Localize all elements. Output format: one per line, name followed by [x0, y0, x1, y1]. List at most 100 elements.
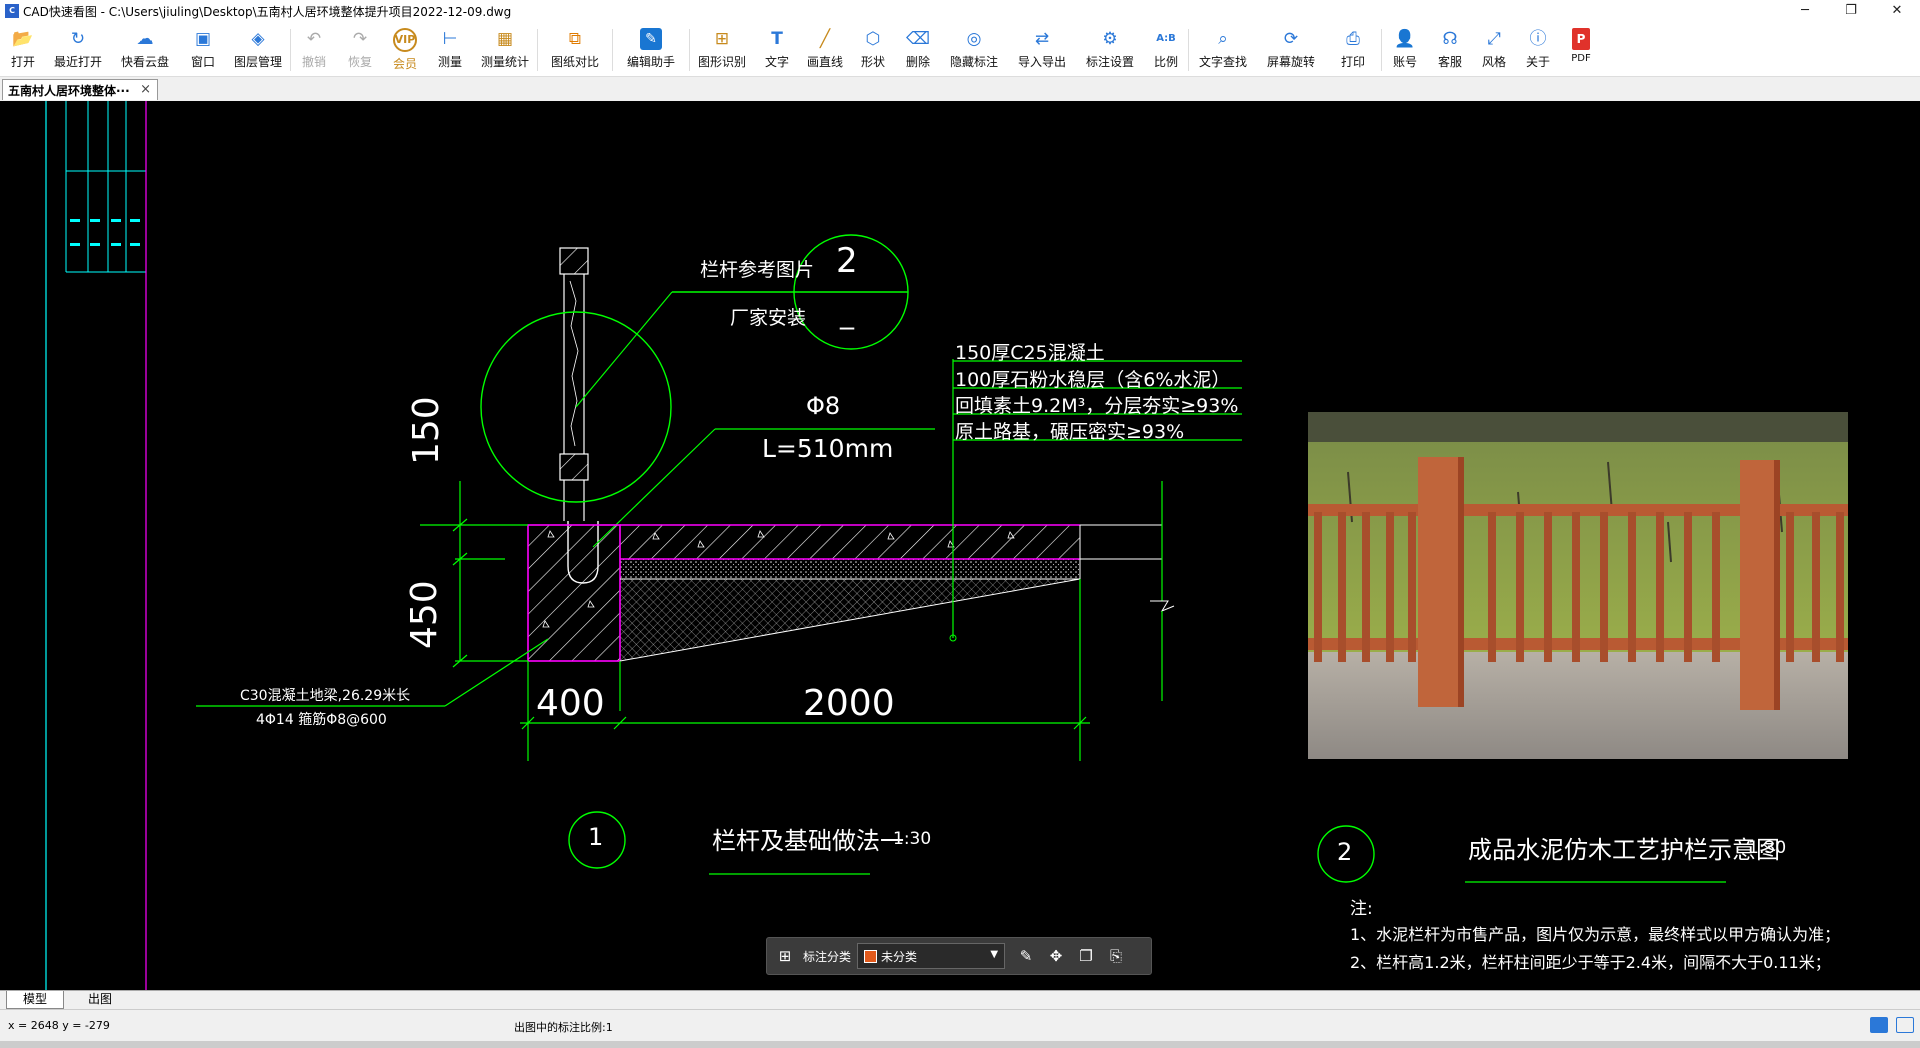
delete-button[interactable]: ⌫ 删除 [896, 22, 940, 76]
tab-layout[interactable]: 出图 [72, 991, 128, 1008]
railing-post [559, 247, 589, 521]
history-icon: ↻ [70, 29, 86, 49]
open-button[interactable]: 📂 打开 [0, 22, 46, 76]
edit-assistant-button[interactable]: ✎ 编辑助手 [613, 22, 689, 76]
account-button[interactable]: 👤 账号 [1382, 22, 1428, 76]
drawing-canvas[interactable]: 栏杆参考图片 厂家安装 2 _ Φ8 L=510mm 150厚C25混凝土 10… [0, 101, 1920, 990]
callout-number-bottom: _ [840, 297, 854, 330]
markup-settings-button[interactable]: ⚙ 标注设置 [1076, 22, 1144, 76]
vip-icon: VIP [393, 28, 417, 52]
main-toolbar: 📂 打开 ↻ 最近打开 ☁ 快看云盘 ▣ 窗口 ◈ 图层管理 ↶ 撤销 ↷ 恢复 VIP 会员 … [0, 22, 1920, 77]
taskbar-strip [0, 1041, 1920, 1048]
beam-note-line1: C30混凝土地梁,26.29米长 [240, 688, 411, 704]
grid-icon[interactable]: ⊞ [775, 947, 795, 965]
support-button[interactable]: ☊ 客服 [1428, 22, 1472, 76]
snap-toggle-icon[interactable] [1870, 1017, 1888, 1033]
close-tab-icon[interactable]: × [140, 82, 151, 97]
measure-button[interactable]: ⊢ 测量 [427, 22, 473, 76]
status-bar: x = 2648 y = -279 出图中的标注比例:1 [0, 1009, 1920, 1042]
user-icon: 👤 [1394, 29, 1416, 49]
rebar-length-label: L=510mm [762, 434, 894, 463]
find-text-button[interactable]: ⌕ 文字查找 [1189, 22, 1257, 76]
printer-icon: ⎙ [1346, 29, 1360, 49]
callout-number-top: 2 [836, 241, 858, 281]
import-export-icon: ⇄ [1034, 29, 1050, 49]
markup-category-value: 未分类 [881, 949, 918, 964]
note-1: 1、水泥栏杆为市售产品，图片仅为示意，最终样式以甲方确认为准； [1350, 925, 1841, 944]
notes-title: 注: [1350, 899, 1373, 919]
minimize-button[interactable]: ─ [1782, 0, 1828, 22]
draw-line-button[interactable]: ╱ 画直线 [800, 22, 850, 76]
restore-button[interactable]: ❐ [1828, 0, 1874, 22]
document-tab[interactable]: 五南村人居环境整体··· × [2, 79, 158, 100]
hide-markup-button[interactable]: ◎ 隐藏标注 [940, 22, 1008, 76]
dim-2000-label: 2000 [803, 683, 895, 724]
markup-category-toolbar: ⊞ 标注分类 未分类 ▼ ✎ ✥ ❐ ⎘ [766, 937, 1152, 975]
vip-button[interactable]: VIP 会员 [383, 22, 427, 76]
eraser-icon: ⌫ [905, 29, 931, 49]
style-icon: ⤢ [1487, 29, 1501, 49]
callout-ref-label: 栏杆参考图片 [700, 259, 815, 281]
shape-button[interactable]: ⬡ 形状 [850, 22, 896, 76]
redo-button[interactable]: ↷ 恢复 [337, 22, 383, 76]
about-button[interactable]: ⓘ 关于 [1516, 22, 1560, 76]
railing-reference-photo [1308, 412, 1848, 759]
markup-category-select[interactable]: 未分类 ▼ [857, 943, 1006, 969]
category-color-swatch [864, 949, 878, 963]
compare-drawings-button[interactable]: ⧉ 图纸对比 [538, 22, 612, 76]
tab-model[interactable]: 模型 [6, 991, 64, 1009]
text-button[interactable]: T 文字 [754, 22, 800, 76]
stats-icon: ▦ [496, 29, 514, 49]
foundation-section [527, 481, 1175, 701]
markup-scale-status: 出图中的标注比例:1 [514, 1021, 613, 1034]
cloud-drive-button[interactable]: ☁ 快看云盘 [110, 22, 180, 76]
title-bar: C CAD快速看图 - C:\Users\jiuling\Desktop\五南村… [0, 0, 1920, 22]
edit-markup-icon[interactable]: ✎ [1011, 947, 1041, 965]
paste-icon[interactable]: ⎘ [1101, 947, 1131, 965]
rotate-screen-button[interactable]: ⟳ 屏幕旋转 [1257, 22, 1325, 76]
close-button[interactable]: ✕ [1874, 0, 1920, 22]
undo-button[interactable]: ↶ 撤销 [291, 22, 337, 76]
detail2-scale: 1:30 [1748, 838, 1787, 858]
rotate-icon: ⟳ [1283, 29, 1299, 49]
detail2-number: 2 [1337, 838, 1353, 866]
settings-icon: ⚙ [1102, 29, 1118, 49]
style-button[interactable]: ⤢ 风格 [1472, 22, 1516, 76]
shape-icon: ⬡ [865, 29, 881, 49]
pdf-icon: P [1572, 28, 1590, 50]
pdf-button[interactable]: P PDF [1560, 22, 1602, 76]
document-tab-label: 五南村人居环境整体··· [8, 83, 130, 98]
measure-stats-button[interactable]: ▦ 测量统计 [473, 22, 537, 76]
grid-toggle-icon[interactable] [1896, 1017, 1914, 1033]
move-icon[interactable]: ✥ [1041, 947, 1071, 965]
folder-icon: 📂 [12, 29, 34, 49]
scale-icon: A:B [1156, 33, 1176, 44]
layer-manager-button[interactable]: ◈ 图层管理 [226, 22, 290, 76]
window-title: CAD快速看图 - C:\Users\jiuling\Desktop\五南村人居… [23, 4, 512, 19]
copy-icon[interactable]: ❐ [1071, 947, 1101, 965]
dim-150-label: 150 [406, 396, 447, 465]
scale-button[interactable]: A:B 比例 [1144, 22, 1188, 76]
cloud-icon: ☁ [136, 29, 154, 49]
shape-recognize-button[interactable]: ⊞ 图形识别 [690, 22, 754, 76]
line-icon: ╱ [819, 29, 831, 49]
layer-label: 原土路基，碾压密实≥93% [955, 421, 1185, 443]
detail2-title: 成品水泥仿木工艺护栏示意图 [1468, 836, 1780, 864]
headset-icon: ☊ [1442, 29, 1458, 49]
chevron-down-icon: ▼ [990, 949, 999, 960]
print-button[interactable]: ⎙ 打印 [1325, 22, 1381, 76]
edit-icon: ✎ [640, 28, 662, 50]
eye-icon: ◎ [966, 29, 982, 49]
layout-tab-bar: 模型 出图 [0, 990, 1920, 1009]
document-tab-bar: 五南村人居环境整体··· × [0, 77, 1920, 101]
dim-450-label: 450 [404, 580, 445, 649]
sheet-border [45, 101, 147, 990]
window-button[interactable]: ▣ 窗口 [180, 22, 226, 76]
import-export-button[interactable]: ⇄ 导入导出 [1008, 22, 1076, 76]
rebar-dia-label: Φ8 [806, 392, 841, 420]
find-text-icon: ⌕ [1218, 29, 1228, 49]
ruler-icon: ⊢ [442, 29, 458, 49]
recent-open-button[interactable]: ↻ 最近打开 [46, 22, 110, 76]
text-icon: T [771, 29, 783, 49]
info-icon: ⓘ [1529, 29, 1547, 49]
